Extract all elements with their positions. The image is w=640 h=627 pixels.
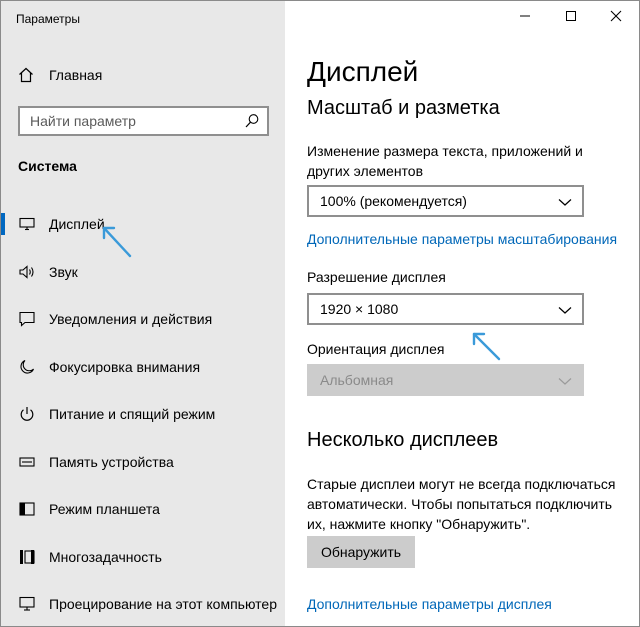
chevron-down-icon <box>558 374 572 386</box>
app-title: Параметры <box>16 12 80 26</box>
sidebar-item-label: Проецирование на этот компьютер <box>49 596 277 612</box>
sidebar-item-label: Звук <box>49 264 78 280</box>
resolution-value: 1920 × 1080 <box>320 301 399 317</box>
maximize-button[interactable] <box>548 1 594 35</box>
storage-icon <box>18 453 36 471</box>
sidebar-item-label: Память устройства <box>49 454 174 470</box>
sidebar-item-label: Дисплей <box>49 216 105 232</box>
projection-icon <box>18 595 36 613</box>
annotation-arrow-icon <box>472 332 501 361</box>
sidebar-item-notifications[interactable]: Уведомления и действия <box>1 299 285 339</box>
sidebar-item-label: Многозадачность <box>49 549 162 565</box>
sidebar-item-label: Фокусировка внимания <box>49 359 201 375</box>
chevron-down-icon <box>558 303 572 315</box>
speaker-icon <box>18 263 36 281</box>
monitor-icon <box>18 215 36 233</box>
search-icon[interactable] <box>244 113 260 129</box>
resolution-dropdown[interactable]: 1920 × 1080 <box>307 293 584 325</box>
sidebar-item-power[interactable]: Питание и спящий режим <box>1 394 285 434</box>
scale-value: 100% (рекомендуется) <box>320 193 467 209</box>
sidebar-item-label: Питание и спящий режим <box>49 406 216 422</box>
annotation-arrow-icon <box>102 226 132 258</box>
sidebar-item-focus[interactable]: Фокусировка внимания <box>1 347 285 387</box>
close-button[interactable] <box>593 1 639 35</box>
search-input[interactable] <box>20 109 240 133</box>
power-icon <box>18 405 36 423</box>
sidebar-item-storage[interactable]: Память устройства <box>1 442 285 482</box>
scale-label: Изменение размера текста, приложений и д… <box>307 143 583 179</box>
home-icon <box>17 66 35 84</box>
orientation-dropdown: Альбомная <box>307 364 584 396</box>
tablet-icon <box>18 500 36 518</box>
maximize-icon <box>565 9 577 27</box>
sidebar-item-tablet[interactable]: Режим планшета <box>1 489 285 529</box>
moon-icon <box>18 358 36 376</box>
minimize-button[interactable] <box>502 1 548 35</box>
resolution-label: Разрешение дисплея <box>307 269 446 285</box>
sidebar-item-display[interactable]: Дисплей <box>1 204 285 244</box>
minimize-icon <box>519 9 531 27</box>
advanced-display-link[interactable]: Дополнительные параметры дисплея <box>307 596 552 612</box>
close-icon <box>610 9 622 27</box>
sidebar-item-multitasking[interactable]: Многозадачность <box>1 537 285 577</box>
sidebar-item-projection[interactable]: Проецирование на этот компьютер <box>1 584 285 624</box>
multitask-icon <box>18 548 36 566</box>
scale-section-title: Масштаб и разметка <box>307 97 500 119</box>
sidebar-item-label: Режим планшета <box>49 501 160 517</box>
orientation-value: Альбомная <box>320 372 394 388</box>
chevron-down-icon <box>558 195 572 207</box>
section-title: Система <box>18 158 77 174</box>
sidebar-item-sound[interactable]: Звук <box>1 252 285 292</box>
multi-display-description: Старые дисплеи могут не всегда подключат… <box>307 476 616 532</box>
notification-icon <box>18 310 36 328</box>
multi-display-section-title: Несколько дисплеев <box>307 429 499 451</box>
advanced-scale-link[interactable]: Дополнительные параметры масштабирования <box>307 231 617 247</box>
sidebar: Параметры Главная Система Дисплей <box>1 1 285 626</box>
sidebar-home-label: Главная <box>49 67 103 83</box>
orientation-label: Ориентация дисплея <box>307 341 445 357</box>
search-box[interactable] <box>18 106 269 136</box>
settings-window: Параметры Главная Система Дисплей <box>0 0 640 627</box>
sidebar-item-label: Уведомления и действия <box>49 311 213 327</box>
page-title: Дисплей <box>307 56 419 87</box>
detect-button[interactable]: Обнаружить <box>307 536 415 568</box>
active-indicator <box>1 213 5 235</box>
sidebar-home[interactable]: Главная <box>1 59 285 91</box>
scale-dropdown[interactable]: 100% (рекомендуется) <box>307 185 584 217</box>
